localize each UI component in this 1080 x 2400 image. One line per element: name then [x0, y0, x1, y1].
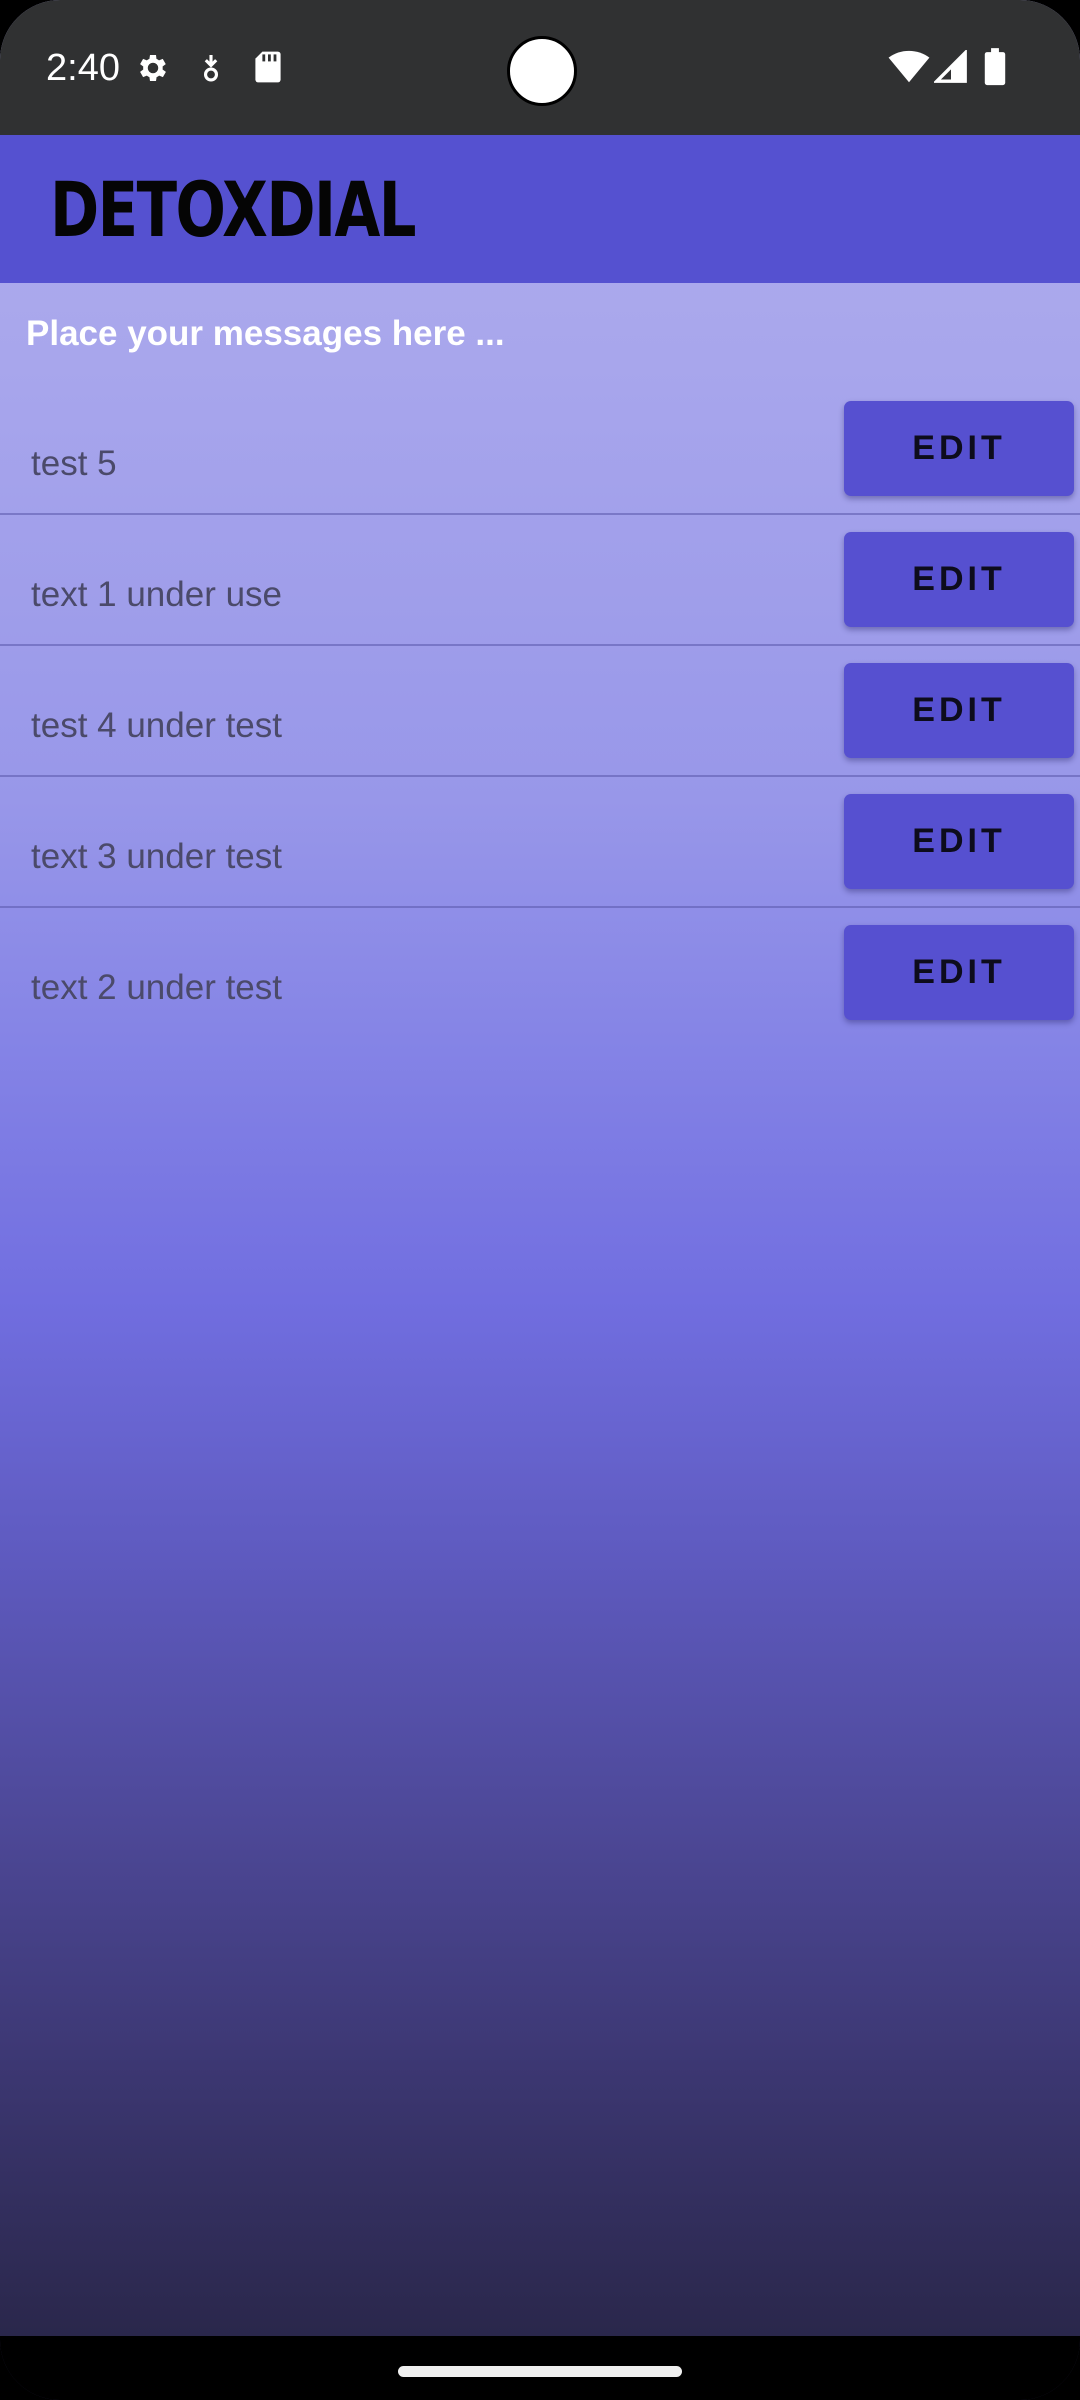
download-icon — [203, 55, 219, 82]
edit-button[interactable]: EDIT — [844, 401, 1074, 496]
edit-button[interactable]: EDIT — [844, 925, 1074, 1020]
message-text: test 4 under test — [31, 706, 282, 745]
message-text: test 5 — [31, 444, 117, 483]
status-bar: 2:40 — [0, 0, 1080, 135]
front-camera-cutout — [507, 36, 577, 106]
battery-icon — [984, 48, 1006, 86]
gear-icon — [140, 54, 166, 82]
list-item: text 3 under test EDIT — [0, 777, 1080, 908]
list-item: test 5 EDIT — [0, 384, 1080, 515]
list-item: test 4 under test EDIT — [0, 646, 1080, 777]
app-screen: 2:40 DETOXDIAL Place your messages here … — [0, 0, 1080, 2400]
message-text: text 2 under test — [31, 968, 282, 1007]
cell-signal-icon — [934, 50, 967, 83]
edit-button[interactable]: EDIT — [844, 532, 1074, 627]
status-time: 2:40 — [46, 47, 120, 89]
navigation-bar — [0, 2336, 1080, 2400]
messages-hint: Place your messages here ... — [26, 314, 505, 353]
edit-button[interactable]: EDIT — [844, 794, 1074, 889]
home-gesture-handle[interactable] — [398, 2366, 682, 2377]
message-text: text 1 under use — [31, 575, 282, 614]
wifi-icon — [888, 50, 930, 83]
app-title: DETOXDIAL — [50, 165, 417, 254]
list-item: text 2 under test EDIT — [0, 908, 1080, 1037]
message-text: text 3 under test — [31, 837, 282, 876]
sd-card-icon — [255, 51, 281, 83]
list-item: text 1 under use EDIT — [0, 515, 1080, 646]
edit-button[interactable]: EDIT — [844, 663, 1074, 758]
message-list: test 5 EDIT text 1 under use EDIT test 4… — [0, 384, 1080, 1037]
app-bar: DETOXDIAL — [0, 135, 1080, 283]
